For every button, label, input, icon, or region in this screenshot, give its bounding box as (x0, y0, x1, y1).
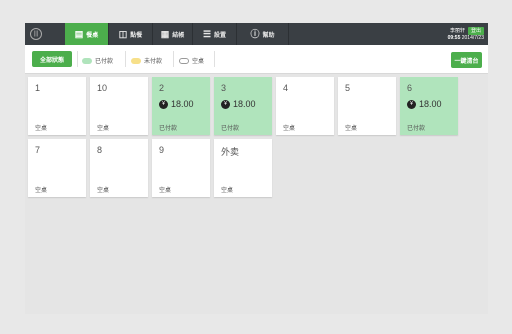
legend-unpaid: 未付款 (131, 56, 162, 65)
table-status: 空桌 (97, 126, 110, 132)
legend-label: 空桌 (192, 59, 205, 65)
tab-label: 幫助 (262, 32, 275, 39)
amount-value: 18.00 (233, 99, 256, 109)
clock-time: 09:55 (447, 35, 461, 41)
table-status: 空桌 (35, 126, 48, 132)
table-status: 已付款 (159, 126, 178, 132)
table-status: 空桌 (97, 188, 110, 194)
tab-tables[interactable]: ▤ 餐桌 (65, 23, 109, 45)
list-icon: ☰ (202, 28, 212, 39)
amount-value: 18.00 (171, 99, 194, 109)
logout-button[interactable]: 登出 (467, 27, 484, 35)
tab-settings[interactable]: ☰ 設置 (193, 23, 237, 45)
app-window: ||| ▤ 餐桌 ◫ 點餐 ▦ 結帳 ☰ 設置 ⓘ 幫助 李丽轩 登出 09:5… (25, 23, 488, 314)
tab-order[interactable]: ◫ 點餐 (109, 23, 153, 45)
table-status: 空桌 (35, 188, 48, 194)
table-icon: ▤ (74, 28, 84, 39)
table-grid: 1 空桌 10 空桌 2 ¥18.00 已付款 3 ¥18.00 已付款 4 空桌 5 空桌 6 ¥18.00… (25, 74, 488, 314)
menu-button[interactable]: ||| (25, 23, 47, 45)
menu-icon: ||| (30, 28, 42, 40)
legend-label: 已付款 (95, 59, 114, 65)
table-status: 空桌 (159, 188, 172, 194)
table-card[interactable]: 5 空桌 (338, 77, 396, 135)
legend-label: 未付款 (144, 59, 163, 65)
help-icon: ⓘ (250, 28, 260, 39)
table-status: 已付款 (221, 126, 240, 132)
table-status: 空桌 (283, 126, 296, 132)
legend-paid: 已付款 (82, 56, 113, 65)
amount-value: 18.00 (419, 99, 442, 109)
table-card[interactable]: 6 ¥18.00 已付款 (400, 77, 458, 135)
divider (77, 51, 78, 67)
table-number: 1 (35, 83, 41, 93)
empty-swatch (179, 57, 189, 64)
tab-label: 結帳 (172, 32, 185, 39)
table-card[interactable]: 1 空桌 (28, 77, 86, 135)
table-card[interactable]: 9 空桌 (152, 139, 210, 197)
filter-toolbar: 全部狀態 已付款 未付款 空桌 一鍵清台 (25, 45, 488, 74)
table-number: 8 (97, 145, 103, 155)
table-amount: ¥18.00 (221, 99, 256, 109)
tab-checkout[interactable]: ▦ 結帳 (153, 23, 193, 45)
divider (125, 51, 126, 67)
table-card[interactable]: 10 空桌 (90, 77, 148, 135)
yen-icon: ¥ (221, 99, 230, 109)
table-number: 10 (97, 83, 108, 93)
table-status: 空桌 (345, 126, 358, 132)
table-card[interactable]: 8 空桌 (90, 139, 148, 197)
table-card[interactable]: 4 空桌 (276, 77, 334, 135)
tab-label: 點餐 (130, 32, 143, 39)
legend-empty: 空桌 (179, 56, 204, 65)
user-info: 李丽轩 登出 09:55 2014/7/23 (448, 23, 488, 45)
table-number: 3 (221, 83, 227, 93)
table-number: 6 (407, 83, 413, 93)
user-name: 李丽轩 (449, 28, 465, 34)
tab-help[interactable]: ⓘ 幫助 (237, 23, 289, 45)
table-number: 5 (345, 83, 351, 93)
table-card[interactable]: 7 空桌 (28, 139, 86, 197)
clear-all-tables-button[interactable]: 一鍵清台 (451, 52, 482, 68)
table-number: 2 (159, 83, 165, 93)
table-status: 已付款 (407, 126, 426, 132)
divider (173, 51, 174, 67)
tab-label: 餐桌 (86, 32, 99, 39)
table-number: 7 (35, 145, 41, 155)
all-status-button[interactable]: 全部狀態 (32, 51, 72, 67)
table-number: 外卖 (221, 147, 240, 157)
yen-icon: ¥ (407, 99, 416, 109)
yen-icon: ¥ (159, 99, 168, 109)
table-card[interactable]: 2 ¥18.00 已付款 (152, 77, 210, 135)
clock-date: 2014/7/23 (461, 35, 484, 41)
unpaid-swatch (131, 57, 141, 64)
table-status: 空桌 (221, 188, 234, 194)
table-number: 4 (283, 83, 289, 93)
table-card[interactable]: 3 ¥18.00 已付款 (214, 77, 272, 135)
table-amount: ¥18.00 (159, 99, 194, 109)
table-card[interactable]: 外卖 空桌 (214, 139, 272, 197)
top-nav: ||| ▤ 餐桌 ◫ 點餐 ▦ 結帳 ☰ 設置 ⓘ 幫助 李丽轩 登出 09:5… (25, 23, 488, 45)
paid-swatch (82, 57, 92, 64)
book-icon: ◫ (118, 28, 128, 39)
divider (214, 51, 215, 67)
table-number: 9 (159, 145, 165, 155)
tab-label: 設置 (214, 32, 227, 39)
calculator-icon: ▦ (160, 28, 170, 39)
table-amount: ¥18.00 (407, 99, 442, 109)
